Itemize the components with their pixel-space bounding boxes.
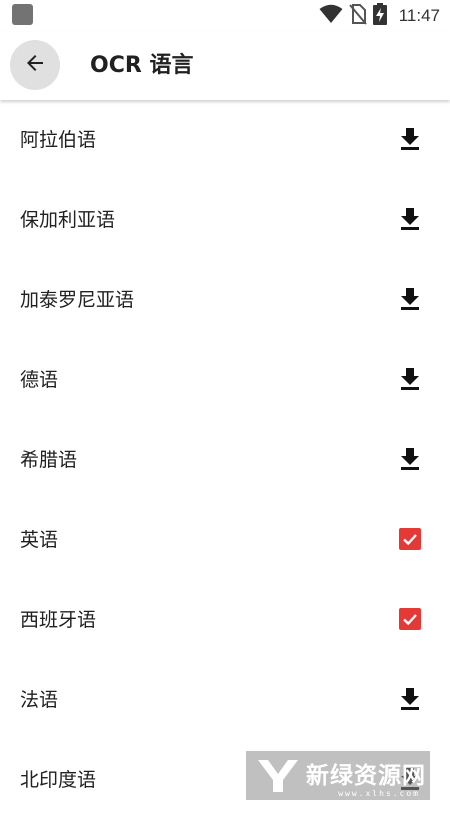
checkbox-checked-icon[interactable] [397,606,423,632]
watermark-text: 新绿资源网 [306,762,426,789]
app-notification-icon [12,4,33,25]
back-button[interactable] [10,40,60,90]
download-icon[interactable] [397,446,423,472]
download-icon[interactable] [397,686,423,712]
language-label: 希腊语 [20,449,78,471]
list-item-spanish[interactable]: 西班牙语 [0,580,450,660]
language-list: 阿拉伯语 保加利亚语 加泰罗尼亚语 德语 希腊语 英语 西班牙语 法语 北印度语 [0,100,450,820]
language-label: 法语 [20,689,59,711]
language-label: 加泰罗尼亚语 [20,289,135,311]
no-sim-icon [348,3,367,29]
language-label: 德语 [20,369,59,391]
list-item-french[interactable]: 法语 [0,660,450,740]
watermark-url: www.xlhs.com [338,789,420,798]
language-label: 阿拉伯语 [20,129,97,151]
watermark-logo-icon [256,756,300,796]
wifi-icon [319,4,343,28]
status-bar: 11:47 [0,0,450,32]
status-time: 11:47 [398,6,440,25]
checkbox[interactable] [399,528,421,550]
language-label: 英语 [20,529,59,551]
list-item-german[interactable]: 德语 [0,340,450,420]
language-label: 西班牙语 [20,609,97,631]
watermark: 新绿资源网 www.xlhs.com [246,751,430,800]
list-item-arabic[interactable]: 阿拉伯语 [0,100,450,180]
checkbox-checked-icon[interactable] [397,526,423,552]
list-item-greek[interactable]: 希腊语 [0,420,450,500]
battery-charging-icon [372,3,387,29]
list-item-catalan[interactable]: 加泰罗尼亚语 [0,260,450,340]
language-label: 北印度语 [20,769,97,791]
download-icon[interactable] [397,126,423,152]
download-icon[interactable] [397,206,423,232]
status-icons: 11:47 [319,3,440,29]
download-icon[interactable] [397,366,423,392]
list-item-bulgarian[interactable]: 保加利亚语 [0,180,450,260]
arrow-back-icon [23,51,47,79]
download-icon[interactable] [397,286,423,312]
language-label: 保加利亚语 [20,209,116,231]
list-item-english[interactable]: 英语 [0,500,450,580]
checkbox[interactable] [399,608,421,630]
page-title: OCR 语言 [90,53,194,78]
app-bar: OCR 语言 [0,32,450,100]
